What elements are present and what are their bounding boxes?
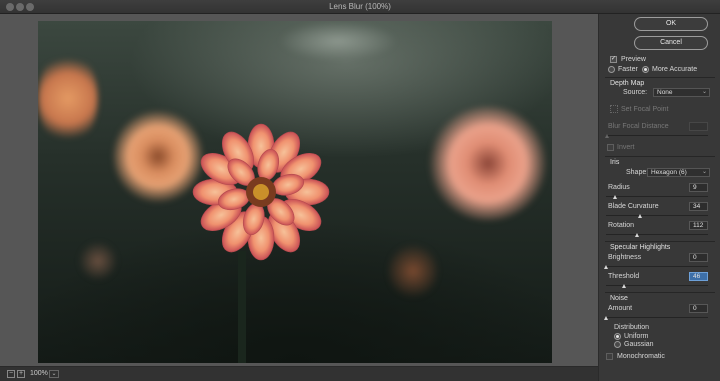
amount-slider[interactable] bbox=[603, 316, 608, 320]
uniform-radio[interactable] bbox=[614, 333, 621, 340]
amount-track bbox=[606, 317, 708, 318]
shape-dropdown[interactable]: Hexagon (6) ⌄ bbox=[647, 168, 710, 177]
source-dropdown[interactable]: None ⌄ bbox=[653, 88, 710, 97]
radius-label: Radius bbox=[608, 184, 630, 191]
rotation-slider[interactable] bbox=[635, 233, 640, 237]
cancel-button[interactable]: Cancel bbox=[634, 36, 708, 50]
divider bbox=[605, 292, 715, 293]
threshold-label: Threshold bbox=[608, 273, 640, 280]
ok-button[interactable]: OK bbox=[634, 17, 708, 31]
zoom-dropdown[interactable]: ⌄ bbox=[49, 370, 59, 378]
gaussian-label: Gaussian bbox=[624, 341, 654, 348]
divider bbox=[605, 241, 715, 242]
blur-focal-distance-label: Blur Focal Distance bbox=[608, 123, 669, 130]
blade-curvature-label: Blade Curvature bbox=[608, 203, 659, 210]
focal-point-icon bbox=[610, 105, 618, 113]
source-value: None bbox=[657, 89, 673, 96]
preview-checkbox[interactable]: ✓ bbox=[610, 56, 617, 63]
blur-focal-distance-field bbox=[689, 122, 708, 131]
brightness-track bbox=[606, 266, 708, 267]
more-accurate-label: More Accurate bbox=[652, 66, 698, 73]
radius-field[interactable]: 9 bbox=[689, 183, 708, 192]
title-bar: Lens Blur (100%) bbox=[0, 0, 720, 14]
preview-image[interactable] bbox=[38, 21, 552, 363]
radius-track bbox=[606, 196, 708, 197]
chevron-down-icon: ⌄ bbox=[701, 89, 707, 95]
window-title: Lens Blur (100%) bbox=[329, 2, 391, 11]
threshold-field[interactable]: 46 bbox=[689, 272, 708, 281]
zoom-in-button[interactable]: + bbox=[17, 370, 25, 378]
blade-curvature-track bbox=[606, 215, 708, 216]
divider bbox=[605, 156, 715, 157]
settings-panel: OK Cancel ✓ Preview Faster More Accurate… bbox=[598, 14, 720, 381]
depth-map-header: Depth Map bbox=[610, 80, 645, 87]
rotation-field[interactable]: 112 bbox=[689, 221, 708, 230]
amount-label: Amount bbox=[608, 305, 633, 312]
threshold-slider[interactable] bbox=[621, 284, 626, 288]
faster-label: Faster bbox=[618, 66, 638, 73]
divider bbox=[605, 77, 715, 78]
chevron-down-icon: ⌄ bbox=[701, 169, 707, 175]
zoom-bar: − + 100% ⌄ bbox=[0, 366, 598, 381]
brightness-label: Brightness bbox=[608, 254, 642, 261]
blur-focal-distance-track bbox=[606, 135, 708, 136]
rotation-label: Rotation bbox=[608, 222, 635, 229]
flower-stem bbox=[238, 251, 246, 363]
blade-curvature-slider[interactable] bbox=[638, 214, 643, 218]
brightness-slider[interactable] bbox=[603, 265, 608, 269]
preview-label: Preview bbox=[621, 56, 646, 63]
shape-label: Shape: bbox=[626, 169, 649, 176]
more-accurate-radio[interactable] bbox=[642, 66, 649, 73]
zoom-out-button[interactable]: − bbox=[7, 370, 15, 378]
flower-image bbox=[192, 123, 330, 261]
invert-label: Invert bbox=[617, 144, 635, 151]
set-focal-point-label: Set Focal Point bbox=[621, 106, 669, 113]
specular-highlights-header: Specular Highlights bbox=[610, 244, 671, 251]
amount-field[interactable]: 0 bbox=[689, 304, 708, 313]
distribution-label: Distribution bbox=[614, 324, 650, 331]
blade-curvature-field[interactable]: 34 bbox=[689, 202, 708, 211]
source-label: Source: bbox=[623, 89, 648, 96]
blur-focal-distance-slider bbox=[605, 134, 609, 138]
radius-slider[interactable] bbox=[612, 195, 617, 199]
preview-canvas[interactable] bbox=[0, 14, 598, 366]
shape-value: Hexagon (6) bbox=[651, 169, 687, 176]
uniform-label: Uniform bbox=[624, 333, 649, 340]
noise-header: Noise bbox=[610, 295, 628, 302]
iris-header: Iris bbox=[610, 159, 620, 166]
faster-radio[interactable] bbox=[608, 66, 615, 73]
zoom-level: 100% bbox=[30, 370, 48, 377]
monochromatic-label: Monochromatic bbox=[617, 353, 665, 360]
invert-checkbox bbox=[607, 144, 614, 151]
rotation-track bbox=[606, 234, 708, 235]
brightness-field[interactable]: 0 bbox=[689, 253, 708, 262]
gaussian-radio[interactable] bbox=[614, 341, 621, 348]
monochromatic-checkbox[interactable] bbox=[606, 353, 613, 360]
